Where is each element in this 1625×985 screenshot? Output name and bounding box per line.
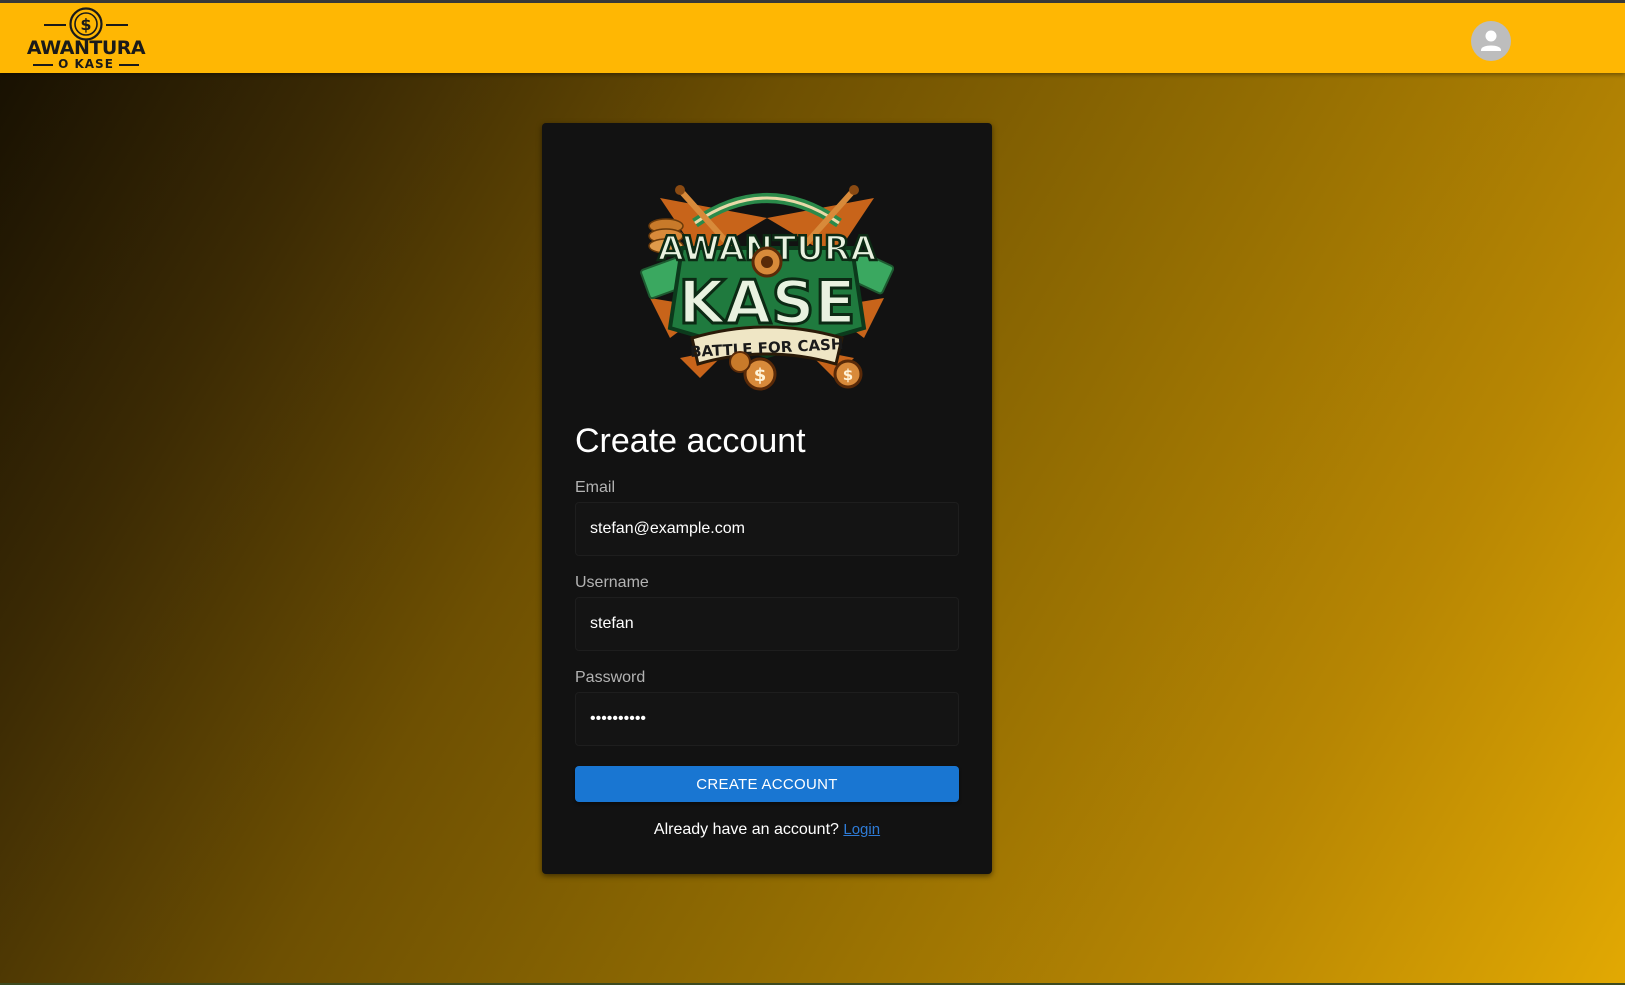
svg-text:$: $ xyxy=(80,15,91,34)
username-field-container xyxy=(575,597,959,651)
brand-rule-right xyxy=(106,24,128,26)
svg-text:$: $ xyxy=(843,366,853,384)
email-field-container xyxy=(575,502,959,556)
signup-card: AWANTURA KASE BATTLE FOR CASH $ $ Create… xyxy=(542,123,992,874)
login-link[interactable]: Login xyxy=(843,821,880,838)
coin-icon: $ xyxy=(69,7,103,41)
brand-subtitle: O KASE xyxy=(22,58,150,71)
svg-text:$: $ xyxy=(754,365,767,386)
password-field-container xyxy=(575,692,959,746)
login-prompt: Already have an account? Login xyxy=(542,820,992,840)
username-label: Username xyxy=(575,574,649,591)
email-field[interactable] xyxy=(576,503,958,555)
username-field[interactable] xyxy=(576,598,958,650)
game-logo: AWANTURA KASE BATTLE FOR CASH $ $ xyxy=(640,178,895,400)
password-label: Password xyxy=(575,669,646,686)
brand-logo[interactable]: $ AWANTURA O KASE xyxy=(22,5,150,71)
email-label: Email xyxy=(575,479,616,496)
brand-word: AWANTURA xyxy=(26,37,146,59)
account-icon[interactable] xyxy=(1471,21,1511,61)
app-bar: $ AWANTURA O KASE xyxy=(0,3,1625,73)
create-account-button[interactable]: CREATE ACCOUNT xyxy=(575,766,959,802)
password-field[interactable] xyxy=(576,693,958,745)
brand-rule-left xyxy=(44,24,66,26)
login-prompt-text: Already have an account? xyxy=(653,821,839,838)
page-title: Create account xyxy=(575,422,806,460)
